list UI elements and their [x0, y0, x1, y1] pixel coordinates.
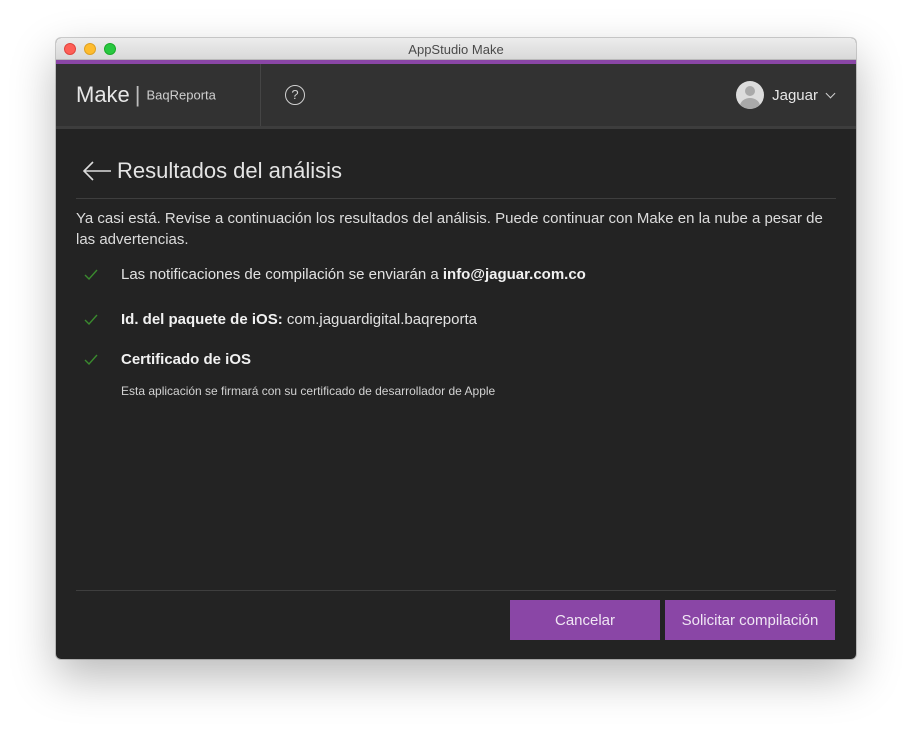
checkmark-icon	[84, 269, 98, 280]
certificate-label: Certificado de iOS	[121, 351, 252, 368]
user-menu[interactable]: Jaguar	[736, 81, 836, 109]
result-item-notifications: Las notificaciones de compilación se env…	[84, 266, 586, 283]
window-title: AppStudio Make	[408, 42, 504, 57]
checkmark-icon	[84, 314, 98, 325]
chevron-down-icon	[825, 88, 836, 98]
header-divider	[260, 64, 261, 126]
back-arrow-icon[interactable]	[82, 160, 112, 182]
title-divider	[76, 198, 836, 199]
product-name: Make	[76, 82, 130, 107]
app-name: BaqReporta	[146, 87, 216, 103]
result-item-bundle-id: Id. del paquete de iOS: com.jaguardigita…	[84, 311, 477, 328]
page-title: Resultados del análisis	[117, 158, 343, 183]
cancel-button[interactable]: Cancelar	[510, 600, 660, 640]
intro-text: Ya casi está. Revise a continuación los …	[76, 210, 823, 248]
app-header: Make | BaqReporta ? Jaguar	[56, 64, 856, 126]
bundle-id-value: com.jaguardigital.baqreporta	[282, 311, 477, 328]
certificate-note: Esta aplicación se firmará con su certif…	[121, 384, 496, 398]
result-text: Certificado de iOS	[121, 351, 251, 368]
help-icon[interactable]: ?	[285, 85, 305, 105]
user-name: Jaguar	[772, 86, 818, 104]
page-header: Resultados del análisis	[82, 156, 342, 186]
bundle-id-label: Id. del paquete de iOS:	[121, 311, 283, 328]
request-build-button[interactable]: Solicitar compilación	[665, 600, 835, 640]
user-avatar-icon	[736, 81, 765, 109]
checkmark-icon	[84, 354, 98, 365]
result-item-certificate: Certificado de iOS	[84, 351, 251, 368]
footer-divider	[76, 590, 836, 591]
brand: Make | BaqReporta	[76, 82, 216, 108]
title-bar: AppStudio Make	[56, 38, 856, 60]
header-bottom-border	[56, 126, 856, 129]
result-text: Id. del paquete de iOS: com.jaguardigita…	[121, 311, 477, 328]
app-window: AppStudio Make Make | BaqReporta ? Jaguar …	[56, 38, 856, 659]
brand-separator: |	[134, 82, 141, 107]
notification-text: Las notificaciones de compilación se env…	[121, 266, 443, 283]
result-text: Las notificaciones de compilación se env…	[121, 266, 586, 283]
notification-email: info@jaguar.com.co	[442, 266, 586, 283]
